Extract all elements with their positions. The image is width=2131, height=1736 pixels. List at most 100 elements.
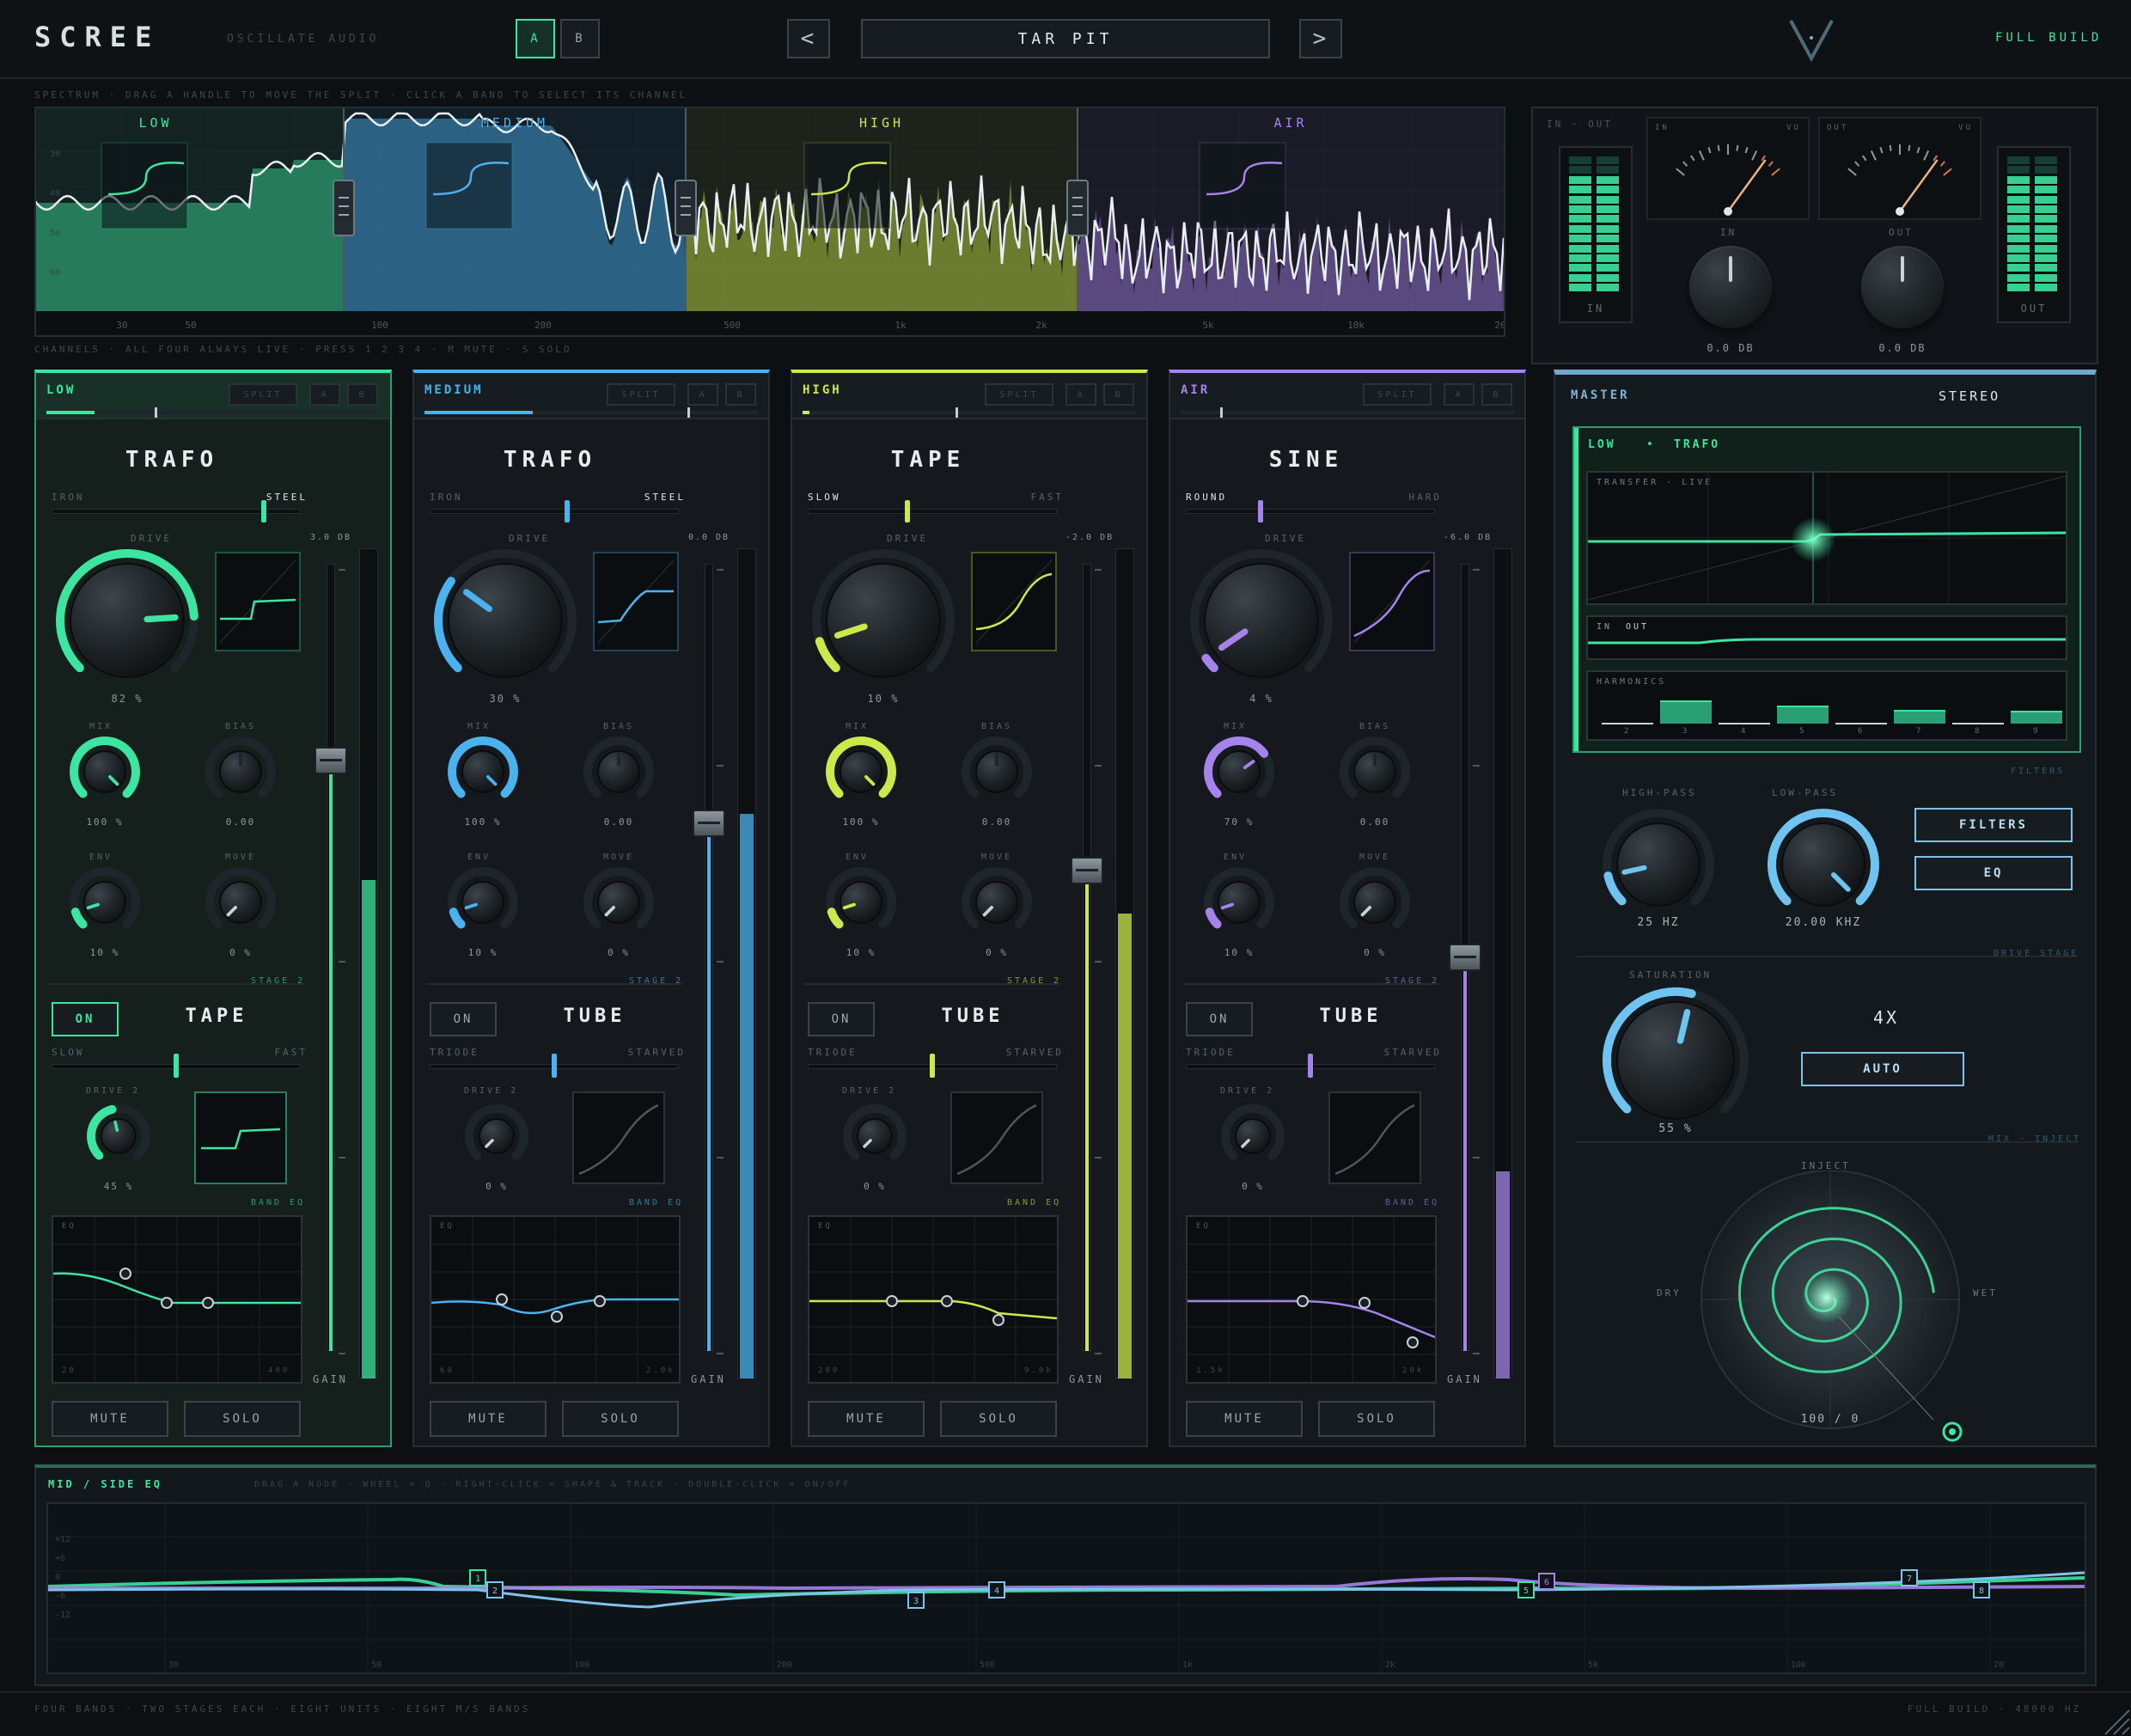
eq-button[interactable]: EQ (1914, 856, 2073, 890)
stage-on-button[interactable]: ON (808, 1002, 875, 1036)
band-eq-node[interactable] (1359, 1297, 1371, 1309)
bias-knob[interactable] (201, 732, 280, 811)
drive2-knob[interactable] (839, 1100, 911, 1172)
band-eq-node[interactable] (886, 1295, 898, 1307)
solo-button[interactable]: SOLO (562, 1401, 679, 1437)
split-button[interactable]: SPLIT (1363, 383, 1432, 406)
stage2-slider-thumb[interactable] (930, 1054, 935, 1078)
env-knob[interactable] (1200, 863, 1279, 942)
bias-knob[interactable] (957, 732, 1036, 811)
band-eq-node[interactable] (551, 1311, 563, 1323)
mix-knob[interactable] (65, 732, 144, 811)
strip-b-button[interactable]: B (347, 383, 378, 406)
stage2-slider-thumb[interactable] (1308, 1054, 1313, 1078)
move-knob[interactable] (957, 863, 1036, 942)
band-eq-node[interactable] (594, 1295, 606, 1307)
band-eq-node[interactable] (119, 1268, 131, 1280)
band-eq-graph[interactable]: EQ 20 400 (52, 1215, 302, 1384)
mute-button[interactable]: MUTE (52, 1401, 168, 1437)
band-label-low[interactable]: LOW (138, 115, 172, 131)
stereo-mode[interactable]: STEREO (1939, 388, 2000, 404)
band-eq-node[interactable] (992, 1314, 1004, 1326)
drive-knob[interactable] (430, 545, 581, 696)
bias-knob[interactable] (1335, 732, 1414, 811)
stage2-unit-title[interactable]: TUBE (1291, 1006, 1411, 1027)
bias-knob[interactable] (579, 732, 658, 811)
stage2-unit-title[interactable]: TAPE (156, 1006, 277, 1027)
auto-button[interactable]: AUTO (1801, 1052, 1964, 1086)
band-label-high[interactable]: HIGH (859, 115, 904, 131)
high-pass-knob[interactable] (1598, 804, 1719, 925)
band-eq-graph[interactable]: EQ 200 9.0k (808, 1215, 1059, 1384)
drive-knob[interactable] (52, 545, 203, 696)
unit-title[interactable]: TRAFO (414, 447, 686, 473)
band-label-air[interactable]: AIR (1273, 115, 1307, 131)
drive-knob[interactable] (808, 545, 959, 696)
character-slider-thumb[interactable] (1258, 500, 1263, 523)
mute-button[interactable]: MUTE (1186, 1401, 1303, 1437)
stage-on-button[interactable]: ON (430, 1002, 497, 1036)
next-preset-button[interactable]: > (1299, 19, 1342, 58)
drive-knob[interactable] (1186, 545, 1337, 696)
stage2-slider-thumb[interactable] (174, 1054, 179, 1078)
strip-b-button[interactable]: B (725, 383, 756, 406)
split-handle-1[interactable] (333, 180, 355, 236)
prev-preset-button[interactable]: < (787, 19, 830, 58)
solo-button[interactable]: SOLO (940, 1401, 1057, 1437)
oversample-value[interactable]: 4X (1873, 1007, 1899, 1028)
solo-button[interactable]: SOLO (184, 1401, 301, 1437)
mute-button[interactable]: MUTE (808, 1401, 925, 1437)
env-knob[interactable] (821, 863, 901, 942)
mix-knob[interactable] (821, 732, 901, 811)
move-knob[interactable] (1335, 863, 1414, 942)
low-pass-knob[interactable] (1763, 804, 1884, 925)
mute-button[interactable]: MUTE (430, 1401, 546, 1437)
stage2-unit-title[interactable]: TUBE (913, 1006, 1033, 1027)
strip-b-button[interactable]: B (1481, 383, 1512, 406)
character-slider-track[interactable] (430, 509, 679, 514)
spectrum-graph[interactable]: LOW MEDIUM HIGH AIR 30 50 100 200 500 1k 2k 5k 10k 20… (36, 108, 1504, 335)
move-knob[interactable] (201, 863, 280, 942)
band-eq-graph[interactable]: EQ 60 2.0k (430, 1215, 681, 1384)
character-slider-track[interactable] (808, 509, 1057, 514)
band-eq-graph[interactable]: EQ 1.5k 20k (1186, 1215, 1437, 1384)
band-eq-node[interactable] (1297, 1295, 1309, 1307)
strip-b-button[interactable]: B (1103, 383, 1134, 406)
solo-button[interactable]: SOLO (1318, 1401, 1435, 1437)
split-handle-3[interactable] (1066, 180, 1089, 236)
band-range-marker[interactable] (956, 407, 958, 418)
stage2-unit-title[interactable]: TUBE (534, 1006, 655, 1027)
filters-button[interactable]: FILTERS (1914, 808, 2073, 842)
stage-on-button[interactable]: ON (1186, 1002, 1253, 1036)
character-slider-thumb[interactable] (564, 500, 570, 523)
preset-b-button[interactable]: B (560, 19, 600, 58)
stage2-slider-thumb[interactable] (552, 1054, 557, 1078)
drive2-knob[interactable] (1217, 1100, 1289, 1172)
stage-on-button[interactable]: ON (52, 1002, 119, 1036)
band-eq-node[interactable] (496, 1293, 508, 1305)
drive2-knob[interactable] (82, 1100, 155, 1172)
band-range-marker[interactable] (1220, 407, 1223, 418)
preset-a-button[interactable]: A (516, 19, 555, 58)
resize-grip-icon[interactable] (2097, 1702, 2131, 1736)
band-range-marker[interactable] (687, 407, 690, 418)
saturation-knob[interactable] (1598, 983, 1753, 1138)
band-eq-node[interactable] (941, 1295, 953, 1307)
character-slider-thumb[interactable] (905, 500, 910, 523)
band-range-marker[interactable] (155, 407, 157, 418)
env-knob[interactable] (443, 863, 522, 942)
unit-title[interactable]: TAPE (792, 447, 1064, 473)
drive2-knob[interactable] (461, 1100, 533, 1172)
strip-a-button[interactable]: A (1066, 383, 1096, 406)
band-eq-node[interactable] (202, 1297, 214, 1309)
move-knob[interactable] (579, 863, 658, 942)
band-eq-node[interactable] (161, 1297, 173, 1309)
mix-knob[interactable] (1200, 732, 1279, 811)
ms-eq-graph[interactable]: +12 +6 0 -6 -12 30 50 100 200 500 1k 2k 5k 10k 20 1 2 3 4 5… (46, 1502, 2086, 1674)
band-label-medium[interactable]: MEDIUM (481, 115, 548, 131)
split-button[interactable]: SPLIT (985, 383, 1053, 406)
strip-a-button[interactable]: A (687, 383, 718, 406)
output-gain-knob[interactable] (1861, 246, 1944, 328)
env-knob[interactable] (65, 863, 144, 942)
band-eq-node[interactable] (1407, 1336, 1419, 1348)
